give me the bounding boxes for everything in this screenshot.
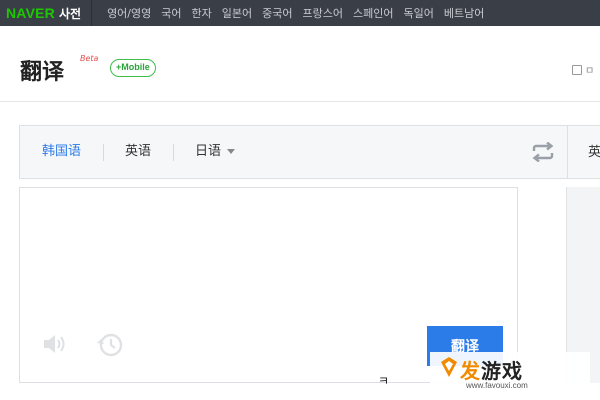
swap-language-button[interactable] xyxy=(518,125,568,179)
nav-item[interactable]: 한자 xyxy=(187,5,217,21)
source-language-bar: 韩国语 英语 日语 xyxy=(19,125,519,179)
nav-item[interactable]: 중국어 xyxy=(257,5,297,21)
watermark-logo-icon xyxy=(441,357,457,377)
header-right-link[interactable]: ㅁ xyxy=(572,62,594,77)
dictionary-nav: 영어/영영 국어 한자 일본어 중국어 프랑스어 스페인어 독일어 베트남어 xyxy=(102,0,489,26)
logo-brand: NAVER xyxy=(6,5,55,21)
nav-divider xyxy=(91,0,93,26)
header-right-label: ㅁ xyxy=(585,66,595,77)
watermark-text: 发游戏 xyxy=(460,355,523,384)
checkbox-icon xyxy=(572,64,582,75)
site-watermark: 发游戏 www.favouxi.com xyxy=(430,352,590,396)
source-lang-label: 日语 xyxy=(195,144,222,159)
beta-tag: Beta xyxy=(80,54,99,63)
history-button[interactable] xyxy=(94,330,126,360)
nav-item[interactable]: 스페인어 xyxy=(348,5,398,21)
top-nav-bar: NAVER 사전 영어/영영 국어 한자 일본어 중국어 프랑스어 스페인어 독일어 베트남어 xyxy=(0,0,600,26)
chevron-down-icon xyxy=(227,149,236,154)
source-lang-tab[interactable]: 英语 xyxy=(103,125,173,179)
logo-service: 사전 xyxy=(58,6,82,21)
watermark-text-orange: 发 xyxy=(460,359,481,383)
source-lang-label: 韩国语 xyxy=(42,144,82,159)
naver-dictionary-logo[interactable]: NAVER 사전 xyxy=(0,0,81,26)
target-language-tab[interactable]: 英 xyxy=(568,125,600,179)
source-lang-tab[interactable]: 日语 xyxy=(173,125,257,179)
nav-item[interactable]: 베트남어 xyxy=(439,5,489,21)
page-title: 翻译 xyxy=(20,59,65,85)
nav-item[interactable]: 영어/영영 xyxy=(102,5,156,21)
nav-item[interactable]: 일본어 xyxy=(217,5,257,21)
source-lang-tab[interactable]: 韩国语 xyxy=(20,125,103,179)
source-lang-label: 英语 xyxy=(125,144,152,159)
page-header: 翻译 Beta +Mobile ㅁ xyxy=(0,26,600,102)
cursor-glyph: ㅋ xyxy=(378,374,390,388)
history-icon xyxy=(97,333,123,357)
speaker-icon xyxy=(44,335,65,353)
swap-arrows-icon xyxy=(532,142,553,162)
watermark-text-rest: 游戏 xyxy=(481,359,523,383)
nav-item[interactable]: 국어 xyxy=(156,5,186,21)
speaker-button[interactable] xyxy=(40,330,70,358)
watermark-url: www.favouxi.com xyxy=(466,381,528,390)
mobile-badge-link[interactable]: +Mobile xyxy=(110,59,156,77)
nav-item[interactable]: 독일어 xyxy=(398,5,438,21)
nav-item[interactable]: 프랑스어 xyxy=(298,5,348,21)
